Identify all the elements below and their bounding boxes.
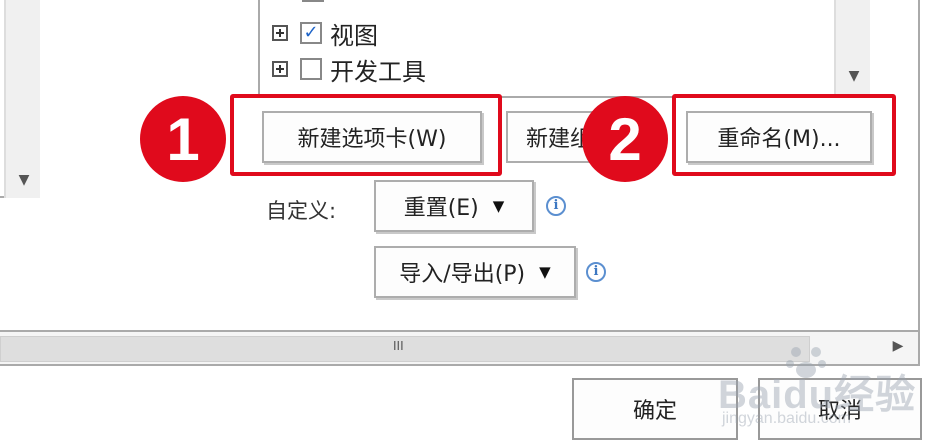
scroll-right-arrow-icon[interactable]: ▶ <box>888 336 908 356</box>
scrollbar-thumb[interactable]: III <box>0 336 810 362</box>
scrollbar-grip-icon: III <box>393 339 404 353</box>
horizontal-scrollbar[interactable]: III ▶ <box>0 330 920 366</box>
cancel-button[interactable]: 取消 <box>758 378 922 440</box>
dialog-frame <box>0 0 920 336</box>
ok-button[interactable]: 确定 <box>572 378 738 440</box>
